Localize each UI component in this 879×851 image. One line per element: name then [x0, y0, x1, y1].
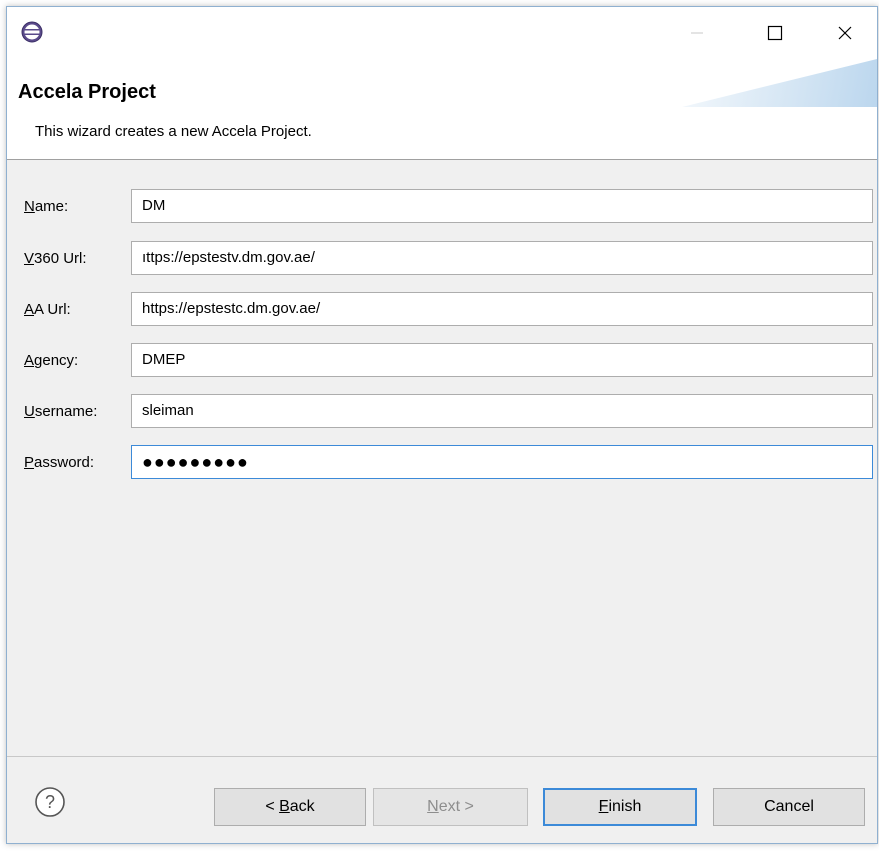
form-row-username: Username: sleiman — [7, 394, 877, 430]
password-input[interactable]: ●●●●●●●●● — [131, 445, 873, 479]
form-row-v360-url: V360 Url: ıttps://epstestv.dm.gov.ae/ — [7, 241, 877, 277]
minimize-button[interactable] — [667, 7, 727, 59]
maximize-icon — [767, 25, 783, 41]
maximize-button[interactable] — [745, 7, 805, 59]
next-button[interactable]: Next > — [373, 788, 528, 826]
minimize-icon — [691, 32, 703, 34]
agency-input[interactable]: DMEP — [131, 343, 873, 377]
name-input[interactable]: DM — [131, 189, 873, 223]
wizard-description: This wizard creates a new Accela Project… — [35, 123, 312, 140]
svg-text:?: ? — [45, 792, 55, 812]
banner-decoration — [682, 59, 877, 107]
aa-url-label: AA Url: — [24, 301, 71, 318]
name-label: Name: — [24, 198, 69, 215]
wizard-header: Accela Project This wizard creates a new… — [7, 59, 877, 160]
username-input[interactable]: sleiman — [131, 394, 873, 428]
button-bar-separator — [7, 756, 877, 757]
close-icon — [838, 26, 852, 40]
close-button[interactable] — [815, 7, 875, 59]
form-row-agency: Agency: DMEP — [7, 343, 877, 379]
finish-button[interactable]: Finish — [543, 788, 697, 826]
username-label: Username: — [24, 403, 98, 420]
v360-url-label: V360 Url: — [24, 250, 87, 267]
wizard-title: Accela Project — [18, 81, 156, 103]
cancel-button[interactable]: Cancel — [713, 788, 865, 826]
agency-label: Agency: — [24, 352, 79, 369]
aa-url-input[interactable]: https://epstestc.dm.gov.ae/ — [131, 292, 873, 326]
help-icon[interactable]: ? — [34, 786, 66, 818]
password-label: Password: — [24, 454, 95, 471]
wizard-dialog: Accela Project This wizard creates a new… — [6, 6, 878, 844]
v360-url-input[interactable]: ıttps://epstestv.dm.gov.ae/ — [131, 241, 873, 275]
title-bar — [7, 7, 877, 59]
eclipse-icon — [21, 21, 43, 43]
form-row-name: Name: DM — [7, 189, 877, 225]
form-row-aa-url: AA Url: https://epstestc.dm.gov.ae/ — [7, 292, 877, 328]
back-button[interactable]: < Back — [214, 788, 366, 826]
form-row-password: Password: ●●●●●●●●● — [7, 445, 877, 481]
